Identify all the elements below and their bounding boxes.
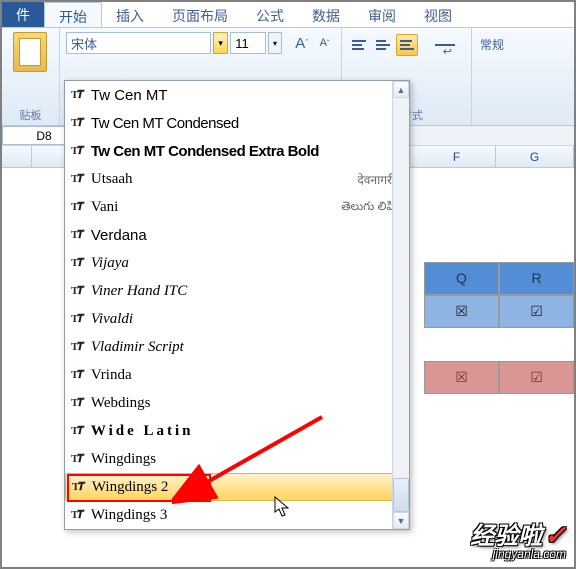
truetype-icon: T𝑻 bbox=[71, 509, 83, 522]
truetype-icon: T𝑻 bbox=[71, 173, 83, 186]
select-all-corner[interactable] bbox=[2, 146, 32, 167]
truetype-icon: T𝑻 bbox=[71, 425, 83, 438]
font-name-input[interactable] bbox=[66, 32, 211, 54]
clipboard-group-label: 贴板 bbox=[2, 107, 59, 123]
paste-icon bbox=[13, 32, 47, 72]
align-middle-button[interactable] bbox=[372, 34, 394, 56]
font-size-input[interactable] bbox=[230, 32, 266, 54]
ribbon-tabs: 件 开始 插入 页面布局 公式 数据 审阅 视图 bbox=[2, 2, 574, 28]
font-option-wingdings[interactable]: T𝑻 Wingdings bbox=[65, 445, 409, 473]
tab-file[interactable]: 件 bbox=[2, 2, 44, 27]
truetype-icon: T𝑻 bbox=[71, 285, 83, 298]
scroll-down-arrow[interactable]: ▼ bbox=[393, 512, 409, 529]
font-option-vijaya[interactable]: T𝑻 Vijaya bbox=[65, 249, 409, 277]
truetype-icon: T𝑻 bbox=[71, 117, 83, 130]
font-option-label: Viner Hand ITC bbox=[91, 283, 403, 300]
cell-g-blue-body[interactable]: ☑ bbox=[499, 295, 574, 328]
font-option-wingdings-3[interactable]: T𝑻 Wingdings 3 bbox=[65, 501, 409, 529]
font-option-tw-cen-mt-condensed[interactable]: T𝑻 Tw Cen MT Condensed bbox=[65, 109, 409, 137]
col-header-g[interactable]: G bbox=[496, 146, 574, 167]
font-option-vivaldi[interactable]: T𝑻 Vivaldi bbox=[65, 305, 409, 333]
truetype-icon: T𝑻 bbox=[71, 341, 83, 354]
font-name-dropdown-button[interactable]: ▾ bbox=[213, 32, 228, 54]
font-script-sample: देवनागरी bbox=[357, 171, 395, 188]
number-group: 常规 bbox=[472, 28, 540, 125]
tab-data[interactable]: 数据 bbox=[298, 2, 354, 27]
truetype-icon: T𝑻 bbox=[71, 229, 83, 242]
cell-f-blue-body[interactable]: ☒ bbox=[424, 295, 499, 328]
tab-insert[interactable]: 插入 bbox=[102, 2, 158, 27]
number-format-label[interactable]: 常规 bbox=[478, 32, 534, 57]
watermark-check-icon: ✓ bbox=[544, 520, 566, 550]
truetype-icon: T𝑻 bbox=[71, 89, 83, 102]
truetype-icon: T𝑻 bbox=[71, 145, 83, 158]
watermark-text: 经验啦 bbox=[470, 523, 542, 550]
col-header-f[interactable]: F bbox=[418, 146, 496, 167]
scroll-up-arrow[interactable]: ▲ bbox=[393, 81, 409, 98]
truetype-icon: T𝑻 bbox=[71, 369, 83, 382]
tab-view[interactable]: 视图 bbox=[410, 2, 466, 27]
truetype-icon: T𝑻 bbox=[71, 257, 83, 270]
dropdown-scrollbar[interactable]: ▲ ▼ bbox=[392, 81, 409, 529]
tab-layout[interactable]: 页面布局 bbox=[158, 2, 242, 27]
font-option-utsaah[interactable]: T𝑻 Utsaahदेवनागरी bbox=[65, 165, 409, 193]
font-option-label: Wide Latin bbox=[91, 423, 403, 440]
truetype-icon: T𝑻 bbox=[72, 481, 84, 494]
font-option-label: Vijaya bbox=[91, 255, 403, 272]
font-option-wingdings-2[interactable]: T𝑻 Wingdings 2 bbox=[65, 473, 409, 501]
font-option-label: Vladimir Script bbox=[91, 339, 403, 356]
font-option-label: Vani bbox=[91, 199, 341, 216]
truetype-icon: T𝑻 bbox=[71, 201, 83, 214]
font-option-wide-latin[interactable]: T𝑻 Wide Latin bbox=[65, 417, 409, 445]
font-option-label: Vivaldi bbox=[91, 311, 403, 328]
watermark: 经验啦✓ jingyanla.com bbox=[470, 516, 566, 561]
increase-font-button[interactable]: Aˆ bbox=[291, 32, 312, 54]
tab-review[interactable]: 审阅 bbox=[354, 2, 410, 27]
font-option-label: Tw Cen MT bbox=[91, 87, 403, 104]
truetype-icon: T𝑻 bbox=[71, 397, 83, 410]
tab-formula[interactable]: 公式 bbox=[242, 2, 298, 27]
font-option-label: Wingdings 3 bbox=[91, 507, 403, 524]
font-option-vrinda[interactable]: T𝑻 Vrinda bbox=[65, 361, 409, 389]
font-option-tw-cen-mt-condensed-extra-bold[interactable]: T𝑻 Tw Cen MT Condensed Extra Bold bbox=[65, 137, 409, 165]
font-option-label: Verdana bbox=[91, 227, 403, 244]
wrap-text-button[interactable] bbox=[430, 34, 452, 56]
font-option-verdana[interactable]: T𝑻 Verdana bbox=[65, 221, 409, 249]
truetype-icon: T𝑻 bbox=[71, 313, 83, 326]
cell-g-blue-header[interactable]: R bbox=[499, 262, 574, 295]
font-script-sample: తెలుగు లిపి bbox=[341, 199, 395, 216]
font-option-label: Tw Cen MT Condensed Extra Bold bbox=[91, 143, 403, 160]
font-option-label: Wingdings 2 bbox=[92, 479, 402, 496]
cell-g-red[interactable]: ☑ bbox=[499, 361, 574, 394]
font-option-label: Utsaah bbox=[91, 171, 358, 188]
font-option-label: Tw Cen MT Condensed bbox=[91, 115, 403, 132]
truetype-icon: T𝑻 bbox=[71, 453, 83, 466]
font-option-label: Wingdings bbox=[91, 451, 403, 468]
tab-home[interactable]: 开始 bbox=[44, 2, 102, 27]
font-option-label: Webdings bbox=[91, 395, 403, 412]
font-option-vladimir-script[interactable]: T𝑻 Vladimir Script bbox=[65, 333, 409, 361]
cell-f-blue-header[interactable]: Q bbox=[424, 262, 499, 295]
font-size-dropdown-button[interactable]: ▾ bbox=[268, 32, 281, 54]
decrease-font-button[interactable]: Aˇ bbox=[314, 32, 335, 54]
font-option-tw-cen-mt[interactable]: T𝑻 Tw Cen MT bbox=[65, 81, 409, 109]
scroll-thumb[interactable] bbox=[393, 478, 409, 512]
paste-button[interactable] bbox=[8, 32, 52, 102]
align-bottom-button[interactable] bbox=[396, 34, 418, 56]
font-option-label: Vrinda bbox=[91, 367, 403, 384]
font-dropdown-list[interactable]: T𝑻 Tw Cen MT T𝑻 Tw Cen MT Condensed T𝑻 Tw Cen… bbox=[64, 80, 410, 530]
cell-f-red[interactable]: ☒ bbox=[424, 361, 499, 394]
font-option-webdings[interactable]: T𝑻 Webdings bbox=[65, 389, 409, 417]
font-option-viner-hand-itc[interactable]: T𝑻 Viner Hand ITC bbox=[65, 277, 409, 305]
font-option-vani[interactable]: T𝑻 Vaniతెలుగు లిపి bbox=[65, 193, 409, 221]
visible-cells: Q R ☒ ☑ ☒ ☑ bbox=[424, 168, 574, 394]
align-top-button[interactable] bbox=[348, 34, 370, 56]
clipboard-group: 贴板 bbox=[2, 28, 60, 125]
